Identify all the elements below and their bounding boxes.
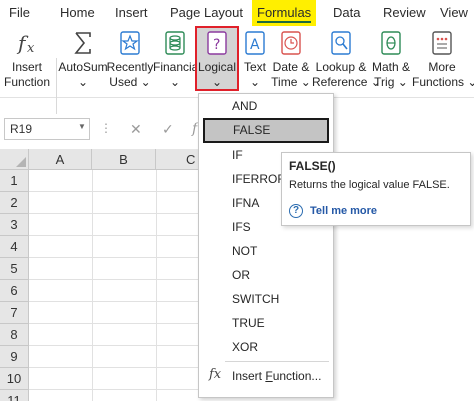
text-arrow: ⌄: [249, 75, 261, 89]
recently-used-label-1: Recently: [106, 60, 154, 74]
insert-function-accelerator: F: [265, 369, 273, 383]
more-functions-arrow: ⌄: [467, 75, 474, 89]
cell-area[interactable]: [29, 170, 199, 401]
tab-review[interactable]: Review: [383, 5, 426, 21]
lookup-label-2: Reference ⌄: [312, 75, 381, 89]
tooltip-title: FALSE(): [289, 159, 336, 173]
financial-button[interactable]: Financial ⌄: [153, 26, 202, 94]
logical-functions-menu: AND FALSE IF IFERROR IFNA IFS NOT OR SWI…: [198, 93, 334, 398]
lookup-line2: Reference: [312, 75, 368, 89]
menu-item-xor[interactable]: XOR: [202, 335, 330, 359]
select-all-triangle-icon: [16, 157, 26, 167]
column-header-a[interactable]: A: [29, 149, 92, 170]
menu-item-false[interactable]: FALSE: [203, 118, 329, 143]
row-header-7[interactable]: 7: [0, 302, 29, 324]
fx-icon: fx: [209, 367, 222, 382]
date-time-label-2: Time ⌄: [270, 75, 312, 89]
date-time-arrow: ⌄: [300, 75, 311, 89]
recently-used-arrow: ⌄: [140, 75, 151, 89]
magnifier-book-icon: [329, 30, 353, 56]
theta-book-icon: [379, 30, 403, 56]
math-trig-button[interactable]: Math & Trig ⌄: [369, 26, 413, 94]
menu-item-switch[interactable]: SWITCH: [202, 287, 330, 311]
financial-label: Financial: [153, 60, 202, 74]
svg-text:A: A: [250, 37, 260, 53]
recently-used-line2: Used: [109, 75, 138, 89]
ribbon-tab-bar: File Home Insert Page Layout Formulas Da…: [0, 0, 474, 26]
tab-page-layout[interactable]: Page Layout: [170, 5, 243, 21]
tell-me-more-link[interactable]: Tell me more: [310, 205, 377, 217]
row-header-5[interactable]: 5: [0, 258, 29, 280]
math-trig-line2: Trig: [374, 75, 395, 89]
menu-item-or[interactable]: OR: [202, 263, 330, 287]
row-header-4[interactable]: 4: [0, 236, 29, 258]
help-circle-icon[interactable]: ?: [289, 204, 303, 218]
date-time-label-1: Date &: [272, 60, 310, 74]
autosum-arrow: ⌄: [77, 75, 89, 89]
math-trig-arrow: ⌄: [397, 75, 408, 89]
more-functions-label-2: Functions ⌄: [412, 75, 474, 89]
lookup-reference-button[interactable]: Lookup & Reference ⌄: [312, 26, 381, 94]
ribbon-separator: [56, 58, 57, 114]
autosum-label: AutoSum: [58, 60, 108, 74]
dots-book-icon: [430, 30, 454, 56]
function-tooltip: FALSE() Returns the logical value FALSE.…: [281, 152, 471, 226]
row-header-9[interactable]: 9: [0, 346, 29, 368]
menu-item-and[interactable]: AND: [202, 94, 330, 118]
row-header-6[interactable]: 6: [0, 280, 29, 302]
text-label: Text: [243, 60, 266, 74]
date-time-button[interactable]: Date & Time ⌄: [270, 26, 312, 94]
logical-highlight-box: [195, 26, 239, 91]
text-button[interactable]: A Text ⌄: [240, 26, 270, 94]
svg-text:x: x: [27, 41, 35, 56]
tab-formulas-label: Formulas: [257, 5, 312, 23]
autosum-button[interactable]: AutoSum ⌄: [58, 26, 108, 94]
row-header-3[interactable]: 3: [0, 214, 29, 236]
financial-arrow: ⌄: [169, 75, 181, 89]
menu-item-insert-function[interactable]: Insert Function...: [232, 367, 321, 385]
sigma-icon: [71, 30, 95, 56]
tab-file[interactable]: File: [9, 5, 30, 21]
tab-formulas[interactable]: Formulas: [252, 0, 317, 26]
row-header-10[interactable]: 10: [0, 368, 29, 390]
more-functions-line2: Functions: [412, 75, 465, 89]
recently-used-button[interactable]: Recently Used ⌄: [106, 26, 154, 94]
recently-used-label-2: Used ⌄: [106, 75, 154, 89]
cancel-icon[interactable]: ✕: [130, 121, 142, 138]
tooltip-description: Returns the logical value FALSE.: [289, 179, 450, 191]
tab-insert[interactable]: Insert: [115, 5, 148, 21]
column-header-b[interactable]: B: [92, 149, 156, 170]
more-functions-button[interactable]: More Functions ⌄: [412, 26, 474, 94]
formula-bar-grip-icon: ⋮: [100, 121, 112, 135]
menu-item-not[interactable]: NOT: [202, 239, 330, 263]
more-functions-label-1: More: [428, 60, 456, 74]
row-header-8[interactable]: 8: [0, 324, 29, 346]
row-header-11[interactable]: 11: [0, 390, 29, 401]
row-header-1[interactable]: 1: [0, 170, 29, 192]
math-trig-label-1: Math &: [371, 60, 410, 74]
lookup-label-1: Lookup &: [315, 60, 367, 74]
fx-icon: fx: [15, 30, 39, 56]
insert-function-prefix: Insert: [232, 369, 266, 383]
tab-home[interactable]: Home: [60, 5, 95, 21]
insert-function-suffix: unction...: [272, 369, 322, 383]
coins-icon: [163, 30, 187, 56]
letter-a-book-icon: A: [243, 30, 267, 56]
insert-function-label-1: Insert: [11, 60, 42, 74]
enter-check-icon[interactable]: ✓: [162, 121, 174, 138]
menu-separator: [225, 361, 329, 362]
insert-function-label-2: Function: [3, 75, 51, 89]
tab-view[interactable]: View: [440, 5, 468, 21]
select-all-button[interactable]: [0, 149, 29, 170]
date-time-line2: Time: [271, 75, 298, 89]
clock-book-icon: [279, 30, 303, 56]
menu-item-true[interactable]: TRUE: [202, 311, 330, 335]
math-trig-label-2: Trig ⌄: [369, 75, 413, 89]
fx-icon[interactable]: f: [192, 121, 197, 137]
star-book-icon: [118, 30, 142, 56]
chevron-down-icon[interactable]: ▼: [78, 122, 86, 131]
tab-data[interactable]: Data: [333, 5, 360, 21]
row-header-2[interactable]: 2: [0, 192, 29, 214]
insert-function-button[interactable]: fx Insert Function: [2, 26, 52, 94]
